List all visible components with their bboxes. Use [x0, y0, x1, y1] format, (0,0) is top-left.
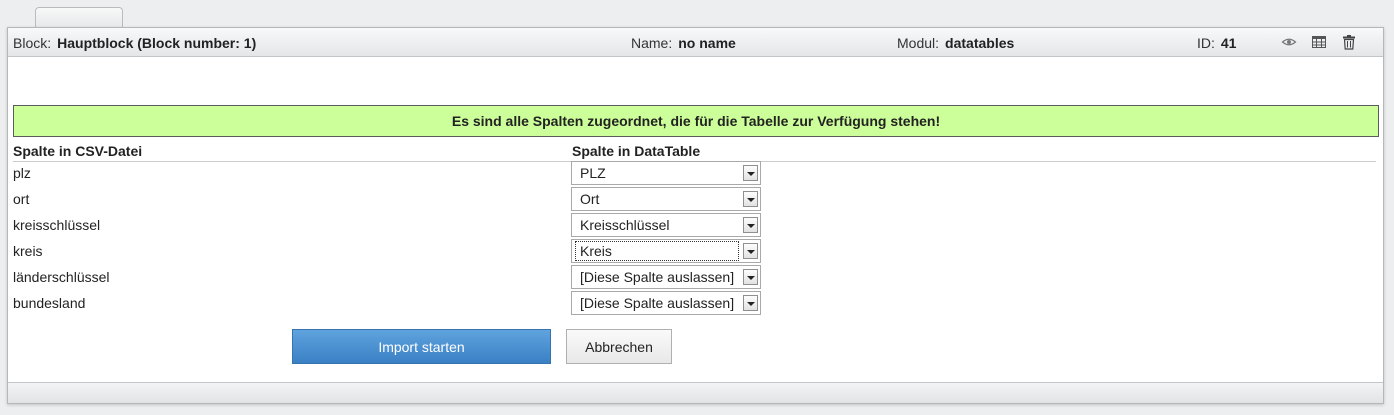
modul-value: datatables [945, 35, 1015, 51]
select-value: PLZ [580, 165, 606, 181]
name-info: Name: no name [631, 35, 736, 51]
block-label: Block: [13, 35, 52, 51]
modul-label: Modul: [897, 35, 940, 51]
panel-tab[interactable] [35, 7, 123, 28]
status-notice: Es sind alle Spalten zugeordnet, die für… [13, 105, 1379, 137]
csv-column-ort: ort [13, 191, 30, 207]
table-icon[interactable] [1311, 34, 1327, 50]
select-value: Ort [580, 191, 600, 207]
select-value: Kreisschlüssel [580, 217, 670, 233]
name-value: no name [678, 35, 736, 51]
trash-icon[interactable] [1341, 34, 1357, 50]
column-select-kreis[interactable]: Kreis [571, 239, 761, 263]
modul-info: Modul: datatables [897, 35, 1014, 51]
import-start-button[interactable]: Import starten [292, 329, 551, 364]
select-value: Kreis [575, 241, 739, 261]
dropdown-arrow-icon[interactable] [743, 269, 758, 285]
dropdown-arrow-icon[interactable] [743, 243, 758, 259]
block-info: Block: Hauptblock (Block number: 1) [13, 35, 256, 51]
name-label: Name: [631, 35, 673, 51]
dropdown-arrow-icon[interactable] [743, 217, 758, 233]
csv-column-header: Spalte in CSV-Datei [13, 143, 143, 159]
block-value: Hauptblock (Block number: 1) [57, 35, 257, 51]
csv-column-laenderschluessel: länderschlüssel [13, 269, 110, 285]
csv-column-kreisschluessel: kreisschlüssel [13, 217, 101, 233]
column-select-bundesland[interactable]: [Diese Spalte auslassen] [571, 291, 761, 315]
dropdown-arrow-icon[interactable] [743, 191, 758, 207]
datatable-column-header: Spalte in DataTable [572, 143, 701, 159]
column-select-kreisschluessel[interactable]: Kreisschlüssel [571, 213, 761, 237]
panel-content: Es sind alle Spalten zugeordnet, die für… [8, 57, 1383, 382]
column-select-ort[interactable]: Ort [571, 187, 761, 211]
select-value: [Diese Spalte auslassen] [580, 295, 735, 311]
column-select-laenderschluessel[interactable]: [Diese Spalte auslassen] [571, 265, 761, 289]
id-info: ID: 41 [1197, 35, 1236, 51]
cancel-button[interactable]: Abbrechen [566, 329, 672, 364]
block-panel: Block: Hauptblock (Block number: 1) Name:… [7, 27, 1384, 404]
id-value: 41 [1220, 35, 1237, 51]
dropdown-arrow-icon[interactable] [743, 165, 758, 181]
id-label: ID: [1197, 35, 1215, 51]
dropdown-arrow-icon[interactable] [743, 295, 758, 311]
eye-icon[interactable] [1281, 34, 1297, 50]
select-value: [Diese Spalte auslassen] [580, 269, 735, 285]
column-select-plz[interactable]: PLZ [571, 161, 761, 185]
csv-column-plz: plz [13, 165, 31, 181]
csv-column-bundesland: bundesland [13, 295, 86, 311]
panel-footer [8, 382, 1383, 403]
panel-header: Block: Hauptblock (Block number: 1) Name:… [8, 28, 1383, 57]
csv-column-kreis: kreis [13, 243, 43, 259]
